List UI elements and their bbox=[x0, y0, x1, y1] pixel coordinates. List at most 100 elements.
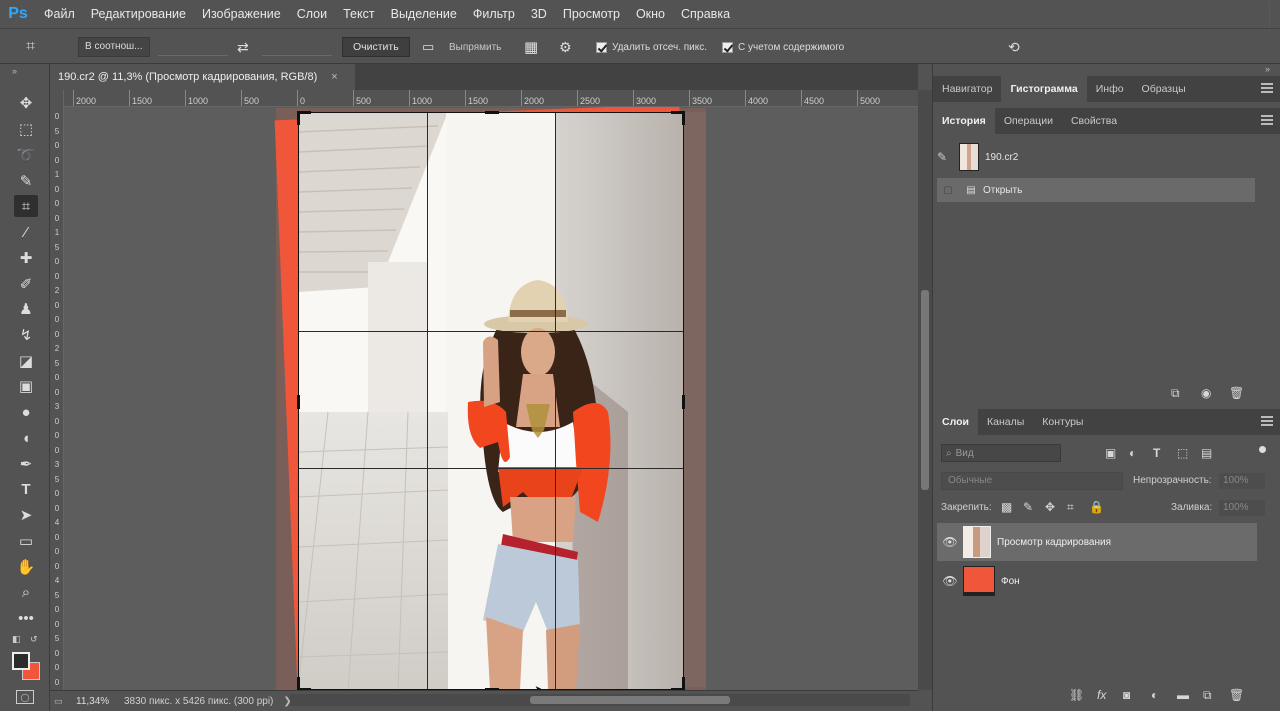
foreground-color-swatch[interactable] bbox=[12, 652, 30, 670]
rectangle-tool-icon[interactable]: ▭ bbox=[14, 530, 38, 552]
filter-smart-object-icon[interactable]: ▤ bbox=[1201, 446, 1212, 460]
crop-handle-left[interactable] bbox=[297, 395, 300, 409]
menu-window[interactable]: Окно bbox=[628, 0, 673, 28]
width-field[interactable] bbox=[158, 38, 228, 56]
marquee-tool-icon[interactable]: ⬚ bbox=[14, 118, 38, 140]
camera-snapshot-icon[interactable]: ◉ bbox=[1201, 386, 1211, 400]
canvas-area[interactable]: ➤ bbox=[64, 107, 918, 690]
crop-handle-br[interactable] bbox=[671, 677, 685, 690]
tab-properties[interactable]: Свойства bbox=[1062, 108, 1126, 134]
brush-tool-icon[interactable]: ✐ bbox=[14, 273, 38, 295]
history-snapshot[interactable]: ✎ 190.cr2 bbox=[937, 142, 1255, 172]
gradient-tool-icon[interactable]: ▣ bbox=[14, 375, 38, 397]
menu-type[interactable]: Текст bbox=[335, 0, 382, 28]
menu-layers[interactable]: Слои bbox=[289, 0, 335, 28]
quick-select-tool-icon[interactable]: ✎ bbox=[14, 170, 38, 192]
tab-histogram[interactable]: Гистограмма bbox=[1001, 76, 1087, 102]
tab-history[interactable]: История bbox=[933, 108, 995, 134]
content-aware-checkbox[interactable] bbox=[722, 41, 733, 53]
menu-image[interactable]: Изображение bbox=[194, 0, 289, 28]
type-tool-icon[interactable]: T bbox=[14, 478, 38, 500]
hand-tool-icon[interactable]: ✋ bbox=[14, 556, 38, 578]
menu-edit[interactable]: Редактирование bbox=[83, 0, 194, 28]
filter-type-icon[interactable]: T bbox=[1153, 446, 1160, 460]
vertical-scroll-thumb[interactable] bbox=[921, 290, 929, 490]
move-tool-icon[interactable]: ✥ bbox=[14, 92, 38, 114]
zoom-level[interactable]: 11,34% bbox=[76, 696, 120, 707]
clear-button[interactable]: Очистить bbox=[342, 37, 410, 57]
swap-icon[interactable]: ⇄ bbox=[237, 37, 249, 57]
crop-handle-bl[interactable] bbox=[297, 677, 311, 690]
crop-handle-top[interactable] bbox=[485, 111, 499, 114]
gear-icon[interactable]: ⚙ bbox=[559, 37, 572, 57]
fx-icon[interactable]: fx bbox=[1097, 688, 1106, 702]
delete-cropped-checkbox[interactable] bbox=[596, 41, 607, 53]
history-item-open[interactable]: ▢ ▤ Открыть bbox=[937, 178, 1255, 202]
healing-brush-tool-icon[interactable]: ✚ bbox=[14, 247, 38, 269]
zoom-tool-icon[interactable]: ⌕ bbox=[14, 581, 38, 603]
collapse-icon[interactable]: » bbox=[12, 66, 17, 76]
tab-swatches[interactable]: Образцы bbox=[1133, 76, 1195, 102]
stamp-tool-icon[interactable]: ♟ bbox=[14, 298, 38, 320]
eyedropper-tool-icon[interactable]: ⁄ bbox=[14, 221, 38, 243]
layer-name[interactable]: Просмотр кадрирования bbox=[997, 537, 1111, 548]
new-layer-icon[interactable]: ⧉ bbox=[1203, 688, 1212, 703]
layer-row[interactable]: 👁 Фон bbox=[937, 562, 1257, 600]
panel-menu-icon[interactable] bbox=[1261, 115, 1273, 125]
menu-select[interactable]: Выделение bbox=[383, 0, 465, 28]
filter-toggle[interactable] bbox=[1259, 446, 1266, 453]
menu-3d[interactable]: 3D bbox=[523, 0, 555, 28]
fill-field[interactable]: 100% bbox=[1219, 500, 1265, 516]
history-brush-tool-icon[interactable]: ↯ bbox=[14, 324, 38, 346]
menu-file[interactable]: Файл bbox=[36, 0, 83, 28]
blur-tool-icon[interactable]: ● bbox=[14, 401, 38, 423]
tab-actions[interactable]: Операции bbox=[995, 108, 1062, 134]
new-group-icon[interactable]: ▬ bbox=[1177, 688, 1189, 702]
default-colors-icon[interactable]: ◧ bbox=[12, 634, 21, 645]
straighten-button[interactable]: Выпрямить bbox=[449, 37, 501, 57]
tab-channels[interactable]: Каналы bbox=[978, 409, 1033, 435]
path-select-tool-icon[interactable]: ➤ bbox=[14, 504, 38, 526]
blend-mode-dropdown[interactable]: Обычные bbox=[941, 472, 1123, 490]
crop-tool-preset-icon[interactable]: ⌗ bbox=[26, 37, 35, 57]
visibility-eye-icon[interactable]: 👁 bbox=[937, 574, 963, 588]
link-layers-icon[interactable]: ⛓ bbox=[1069, 688, 1084, 702]
lock-artboard-icon[interactable]: ⌗ bbox=[1067, 500, 1074, 515]
tab-navigator[interactable]: Навигатор bbox=[933, 76, 1001, 102]
status-menu-icon[interactable]: ▭ bbox=[54, 696, 68, 707]
quick-mask-icon[interactable]: ◯ bbox=[16, 690, 34, 704]
eraser-tool-icon[interactable]: ◪ bbox=[14, 350, 38, 372]
history-brush-source-icon[interactable]: ✎ bbox=[937, 150, 959, 164]
trash-icon[interactable]: 🗑 bbox=[1229, 688, 1244, 702]
menu-help[interactable]: Справка bbox=[673, 0, 738, 28]
pen-tool-icon[interactable]: ✒ bbox=[14, 453, 38, 475]
crop-handle-tl[interactable] bbox=[297, 111, 311, 125]
height-field[interactable] bbox=[262, 38, 332, 56]
layer-row[interactable]: 👁 Просмотр кадрирования bbox=[937, 523, 1257, 561]
lock-transparency-icon[interactable]: ▩ bbox=[1001, 500, 1012, 514]
filter-shape-icon[interactable]: ⬚ bbox=[1177, 446, 1188, 460]
collapse-icon[interactable]: » bbox=[1265, 64, 1270, 74]
lock-all-icon[interactable]: 🔒 bbox=[1089, 500, 1104, 514]
crop-handle-right[interactable] bbox=[682, 395, 685, 409]
swap-colors-icon[interactable]: ↺ bbox=[30, 634, 38, 645]
lasso-tool-icon[interactable]: ➰ bbox=[14, 144, 38, 166]
tab-info[interactable]: Инфо bbox=[1087, 76, 1133, 102]
filter-adjustment-icon[interactable]: ◐ bbox=[1129, 446, 1136, 460]
visibility-eye-icon[interactable]: 👁 bbox=[937, 535, 963, 549]
crop-handle-tr[interactable] bbox=[671, 111, 685, 125]
new-document-from-state-icon[interactable]: ⧉ bbox=[1171, 386, 1180, 401]
history-state-checkbox[interactable]: ▢ bbox=[937, 185, 959, 196]
tab-layers[interactable]: Слои bbox=[933, 409, 978, 435]
lock-position-icon[interactable]: ✥ bbox=[1045, 500, 1055, 514]
menu-filter[interactable]: Фильтр bbox=[465, 0, 523, 28]
more-tools-icon[interactable]: ••• bbox=[14, 607, 38, 629]
crop-tool-icon[interactable]: ⌗ bbox=[14, 195, 38, 217]
horizontal-scroll-thumb[interactable] bbox=[530, 696, 730, 704]
dodge-tool-icon[interactable]: ◖ bbox=[14, 427, 38, 449]
adjustment-layer-icon[interactable]: ◐ bbox=[1151, 688, 1158, 702]
add-mask-icon[interactable]: ◙ bbox=[1123, 688, 1130, 702]
close-tab-icon[interactable]: × bbox=[331, 71, 337, 83]
lock-pixels-icon[interactable]: ✎ bbox=[1023, 500, 1033, 514]
overlay-grid-icon[interactable]: ▦ bbox=[524, 37, 538, 57]
